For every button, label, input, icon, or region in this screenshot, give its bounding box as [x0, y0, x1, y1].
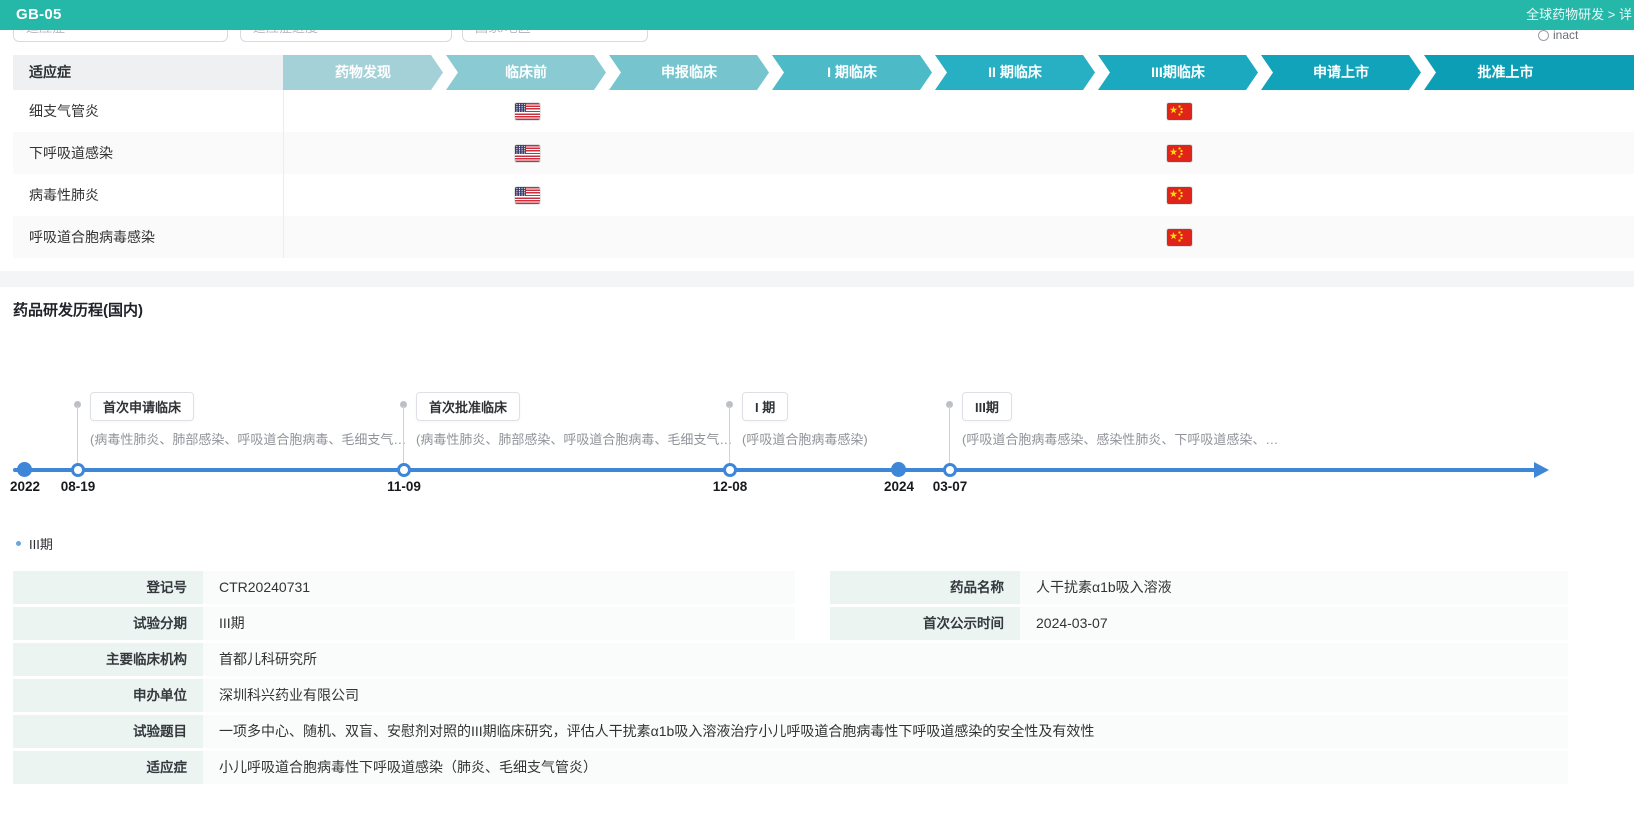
event-date: 03-07 — [933, 479, 968, 494]
indication-label: 呼吸道合胞病毒感染 — [13, 229, 155, 245]
indication-stage-table: 适应症 药物发现 临床前 申报临床 I 期临床 II 期临床 III期临床 申请… — [13, 55, 1634, 258]
trial-title-value: 一项多中心、随机、双盲、安慰剂对照的III期临床研究，评估人干扰素α1b吸入溶液… — [203, 715, 1568, 748]
detail-label: 适应症 — [13, 751, 203, 784]
detail-label: 主要临床机构 — [13, 643, 203, 676]
detail-row: 登记号 CTR20240731 — [13, 571, 795, 604]
detail-row: 申办单位 深圳科兴药业有限公司 — [13, 679, 1568, 712]
cn-flag-icon — [1167, 187, 1192, 204]
indication-column-header: 适应症 — [13, 55, 283, 90]
timeline-section-title: 药品研发历程(国内) — [13, 299, 143, 320]
timeline-arrow-icon — [1534, 462, 1549, 478]
detail-label: 首次公示时间 — [830, 607, 1020, 640]
stage-nda: 申请上市 — [1261, 55, 1421, 90]
section-divider — [0, 271, 1634, 287]
event-badge[interactable]: I 期 — [742, 392, 788, 421]
cn-flag-icon — [1167, 145, 1192, 162]
timeline-axis — [13, 468, 1538, 472]
table-row: 病毒性肺炎 — [13, 174, 1634, 216]
year-label: 2024 — [884, 479, 914, 494]
drug-name-value: 人干扰素α1b吸入溶液 — [1020, 571, 1568, 604]
year-marker-dot — [891, 462, 906, 477]
sponsor-value: 深圳科兴药业有限公司 — [203, 679, 1568, 712]
detail-label: 药品名称 — [830, 571, 1020, 604]
event-connector — [949, 406, 950, 469]
detail-row: 主要临床机构 首都儿科研究所 — [13, 643, 1568, 676]
trial-phase-value: III期 — [203, 607, 795, 640]
cn-flag-icon — [1167, 229, 1192, 246]
trial-detail-table: 登记号 CTR20240731 试验分期 III期 药品名称 人干扰素α1b吸入… — [13, 571, 1568, 787]
event-description: (呼吸道合胞病毒感染、感染性肺炎、下呼吸道感染、… — [962, 429, 1278, 448]
event-description: (病毒性肺炎、肺部感染、呼吸道合胞病毒、毛细支气… — [90, 429, 406, 448]
event-date: 12-08 — [713, 479, 748, 494]
inactive-toggle[interactable]: inact — [1538, 28, 1578, 42]
event-badge[interactable]: III期 — [962, 392, 1012, 421]
event-badge[interactable]: 首次申请临床 — [90, 392, 194, 421]
event-node-icon[interactable] — [943, 463, 957, 477]
table-row: 呼吸道合胞病毒感染 — [13, 216, 1634, 258]
event-date: 08-19 — [61, 479, 96, 494]
detail-label: 试验分期 — [13, 607, 203, 640]
bullet-icon — [16, 541, 21, 546]
stage-phase2: II 期临床 — [935, 55, 1095, 90]
us-flag-icon — [515, 187, 540, 204]
stage-phase1: I 期临床 — [772, 55, 932, 90]
detail-row: 试验分期 III期 — [13, 607, 795, 640]
stage-ind-filing: 申报临床 — [609, 55, 769, 90]
event-badge[interactable]: 首次批准临床 — [416, 392, 520, 421]
detail-row: 试验题目 一项多中心、随机、双盲、安慰剂对照的III期临床研究，评估人干扰素α1… — [13, 715, 1568, 748]
detail-label: 试验题目 — [13, 715, 203, 748]
clinical-institution-value: 首都儿科研究所 — [203, 643, 1568, 676]
event-connector — [403, 406, 404, 469]
stage-drug-discovery: 药物发现 — [283, 55, 443, 90]
year-marker-dot — [17, 462, 32, 477]
event-connector — [729, 406, 730, 469]
indication-label: 下呼吸道感染 — [13, 145, 113, 161]
detail-row: 药品名称 人干扰素α1b吸入溶液 — [830, 571, 1568, 604]
event-connector — [77, 406, 78, 469]
cn-flag-icon — [1167, 103, 1192, 120]
stage-preclinical: 临床前 — [446, 55, 606, 90]
indication-value: 小儿呼吸道合胞病毒性下呼吸道感染（肺炎、毛细支气管炎） — [203, 751, 1568, 784]
first-publicity-date-value: 2024-03-07 — [1020, 607, 1568, 640]
detail-row: 首次公示时间 2024-03-07 — [830, 607, 1568, 640]
phase-section-marker: III期 — [16, 534, 53, 553]
stage-header-row: 适应症 药物发现 临床前 申报临床 I 期临床 II 期临床 III期临床 申请… — [13, 55, 1634, 90]
year-label: 2022 — [10, 479, 40, 494]
detail-label: 登记号 — [13, 571, 203, 604]
stage-approved: 批准上市 — [1424, 55, 1634, 90]
page-title: GB-05 — [16, 0, 62, 30]
phase-section-label: III期 — [29, 534, 53, 553]
event-node-icon[interactable] — [71, 463, 85, 477]
stage-arrows: 药物发现 临床前 申报临床 I 期临床 II 期临床 III期临床 申请上市 批… — [283, 55, 1634, 90]
app-header: GB-05 全球药物研发 > 详 — [0, 0, 1634, 30]
event-description: (病毒性肺炎、肺部感染、呼吸道合胞病毒、毛细支气… — [416, 429, 732, 448]
event-node-icon[interactable] — [397, 463, 411, 477]
stage-phase3: III期临床 — [1098, 55, 1258, 90]
detail-row: 适应症 小儿呼吸道合胞病毒性下呼吸道感染（肺炎、毛细支气管炎） — [13, 751, 1568, 784]
us-flag-icon — [515, 145, 540, 162]
table-row: 细支气管炎 — [13, 90, 1634, 132]
detail-label: 申办单位 — [13, 679, 203, 712]
us-flag-icon — [515, 103, 540, 120]
radio-icon — [1538, 30, 1549, 41]
event-description: (呼吸道合胞病毒感染) — [742, 429, 868, 448]
table-row: 下呼吸道感染 — [13, 132, 1634, 174]
event-date: 11-09 — [387, 479, 421, 494]
breadcrumb[interactable]: 全球药物研发 > 详 — [1526, 0, 1632, 30]
development-timeline: 2022 2024 首次申请临床 (病毒性肺炎、肺部感染、呼吸道合胞病毒、毛细支… — [0, 330, 1634, 545]
indication-label: 病毒性肺炎 — [13, 187, 99, 203]
inactive-toggle-label: inact — [1553, 28, 1578, 42]
event-node-icon[interactable] — [723, 463, 737, 477]
registration-number-value: CTR20240731 — [203, 571, 795, 604]
indication-label: 细支气管炎 — [13, 103, 99, 119]
